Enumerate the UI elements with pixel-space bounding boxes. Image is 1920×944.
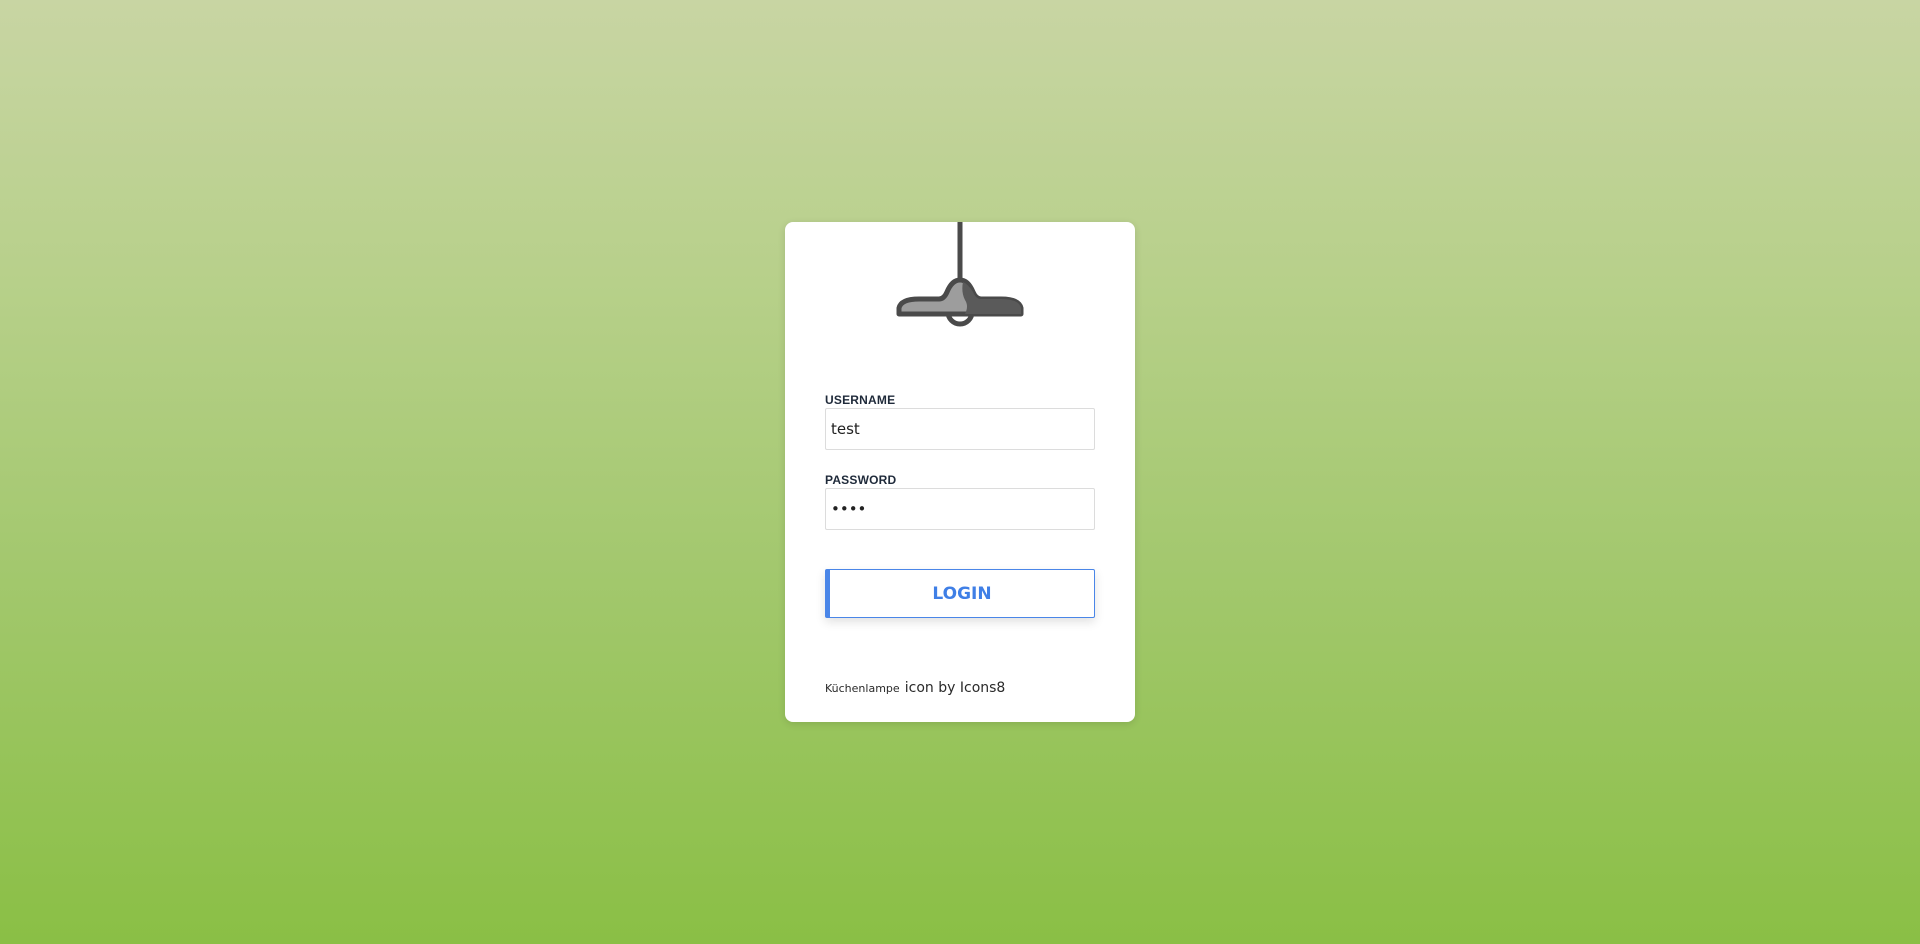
icon-credit: Küchenlampe icon by Icons8 — [825, 677, 1005, 696]
password-input[interactable] — [825, 488, 1095, 530]
password-label: PASSWORD — [825, 473, 897, 487]
icon-credit-link[interactable]: Küchenlampe — [825, 682, 900, 695]
login-button[interactable]: LOGIN — [825, 569, 1095, 618]
login-card: USERNAME PASSWORD LOGIN Küchenlampe icon… — [785, 222, 1135, 722]
kitchen-lamp-icon — [896, 222, 1024, 327]
username-label: USERNAME — [825, 393, 896, 407]
username-input[interactable] — [825, 408, 1095, 450]
icon-credit-text: icon by Icons8 — [904, 680, 1006, 696]
